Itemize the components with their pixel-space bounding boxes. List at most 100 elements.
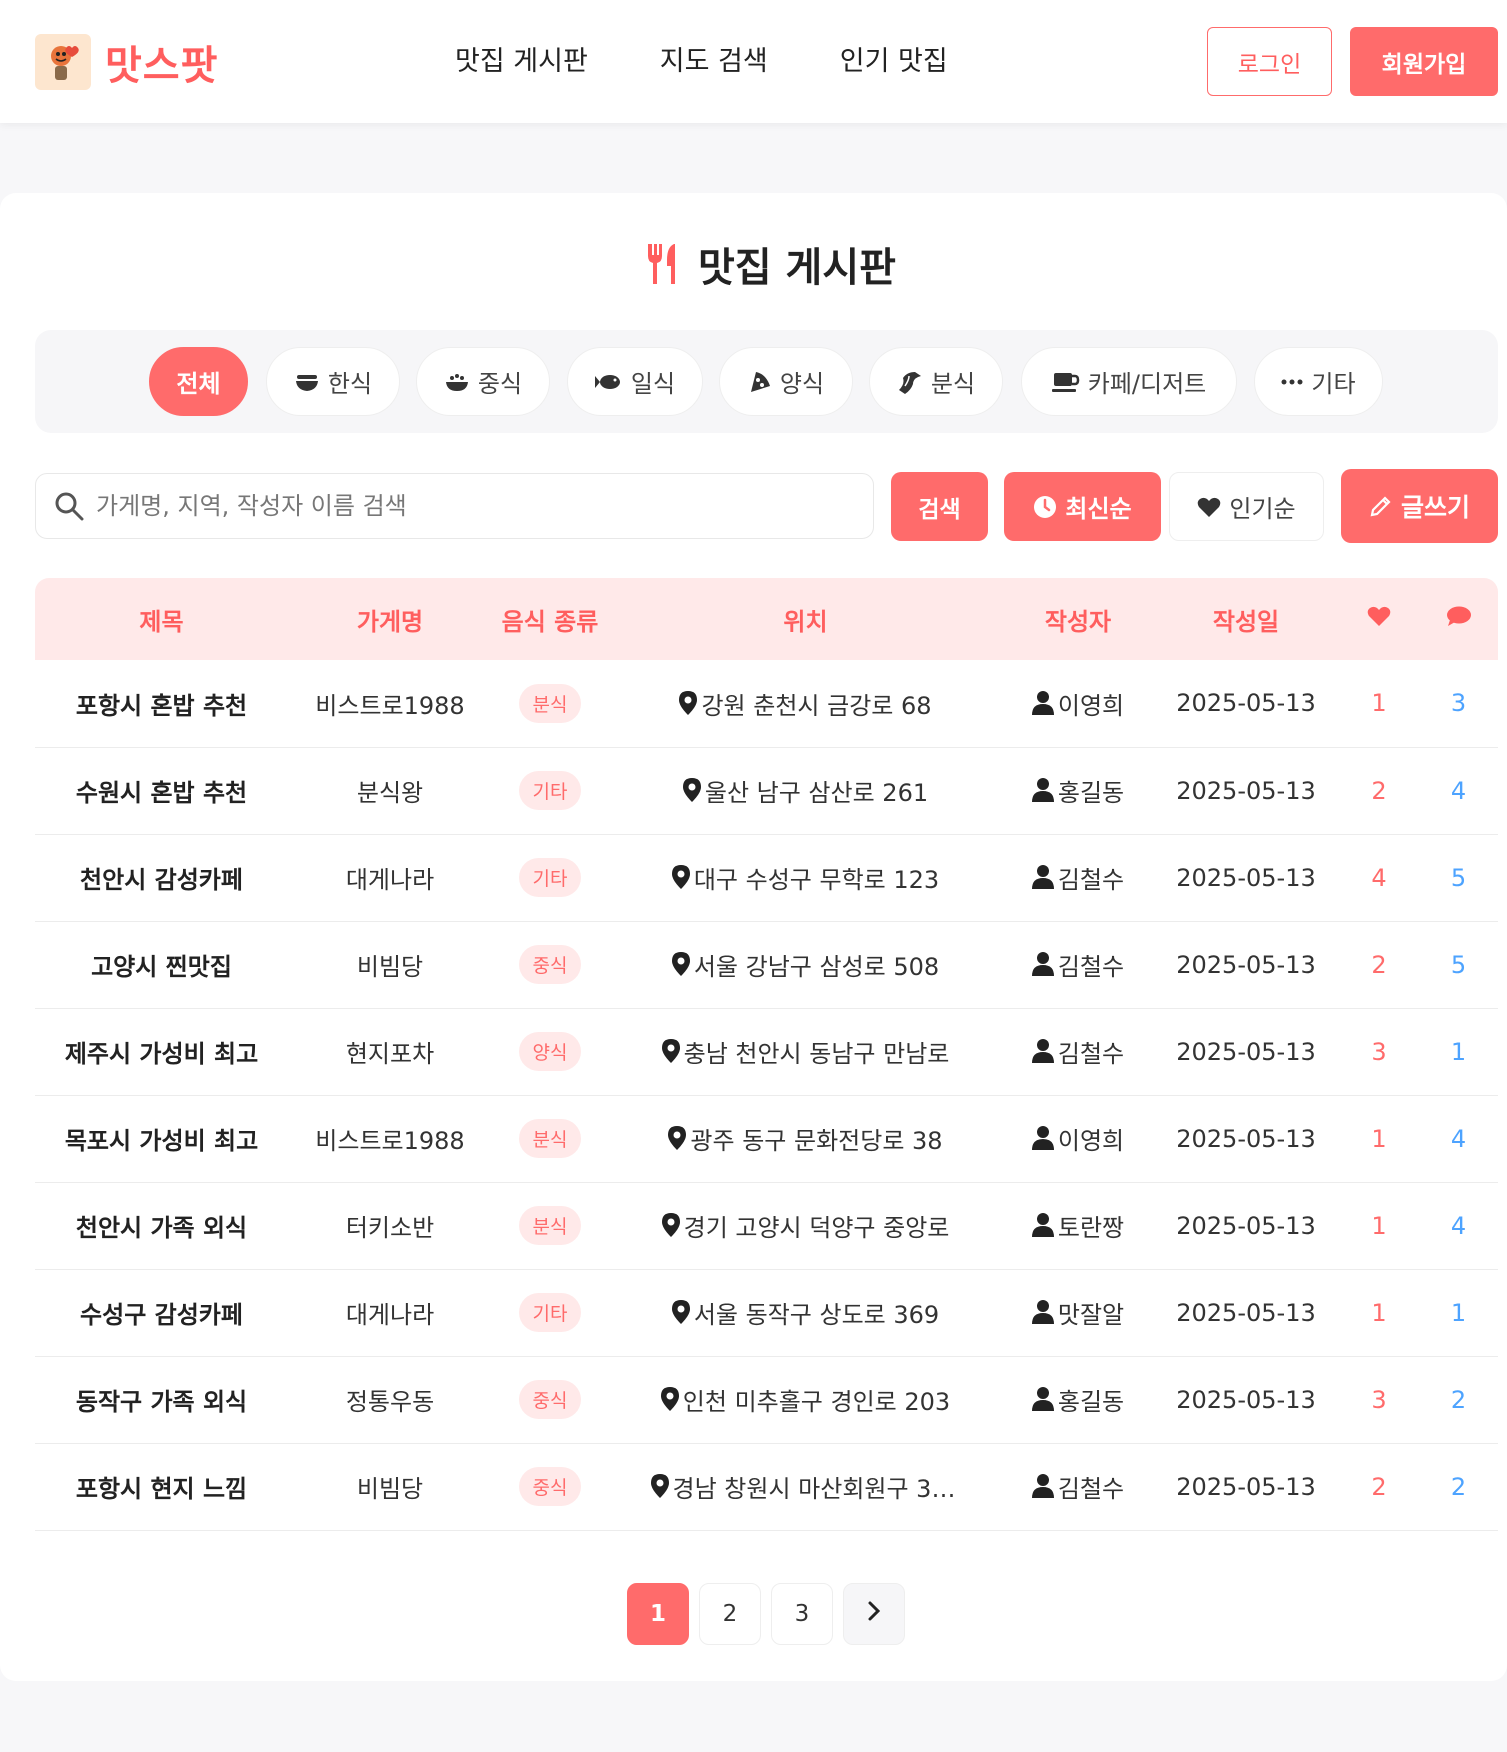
comment-count: 4 — [1450, 1211, 1467, 1240]
logo[interactable]: 맛스팟 — [35, 33, 218, 91]
post-title[interactable]: 고양시 찐맛집 — [35, 921, 288, 1008]
user-icon — [1031, 865, 1054, 890]
category-snack[interactable]: 분식 — [869, 347, 1003, 416]
post-title[interactable]: 포항시 현지 느낌 — [35, 1443, 288, 1530]
food-type-cell: 기타 — [492, 747, 608, 834]
next-page-button[interactable] — [843, 1583, 905, 1645]
map-pin-icon — [679, 691, 698, 715]
rice-bowl-icon — [444, 372, 470, 392]
category-korean[interactable]: 한식 — [266, 347, 400, 416]
category-japanese[interactable]: 일식 — [567, 347, 703, 416]
table-row[interactable]: 천안시 감성카페 대게나라 기타 대구 수성구 무학로 123 김철수 2025-05-1… — [35, 834, 1498, 921]
post-date: 2025-05-13 — [1176, 1037, 1316, 1066]
table-row[interactable]: 천안시 가족 외식 터키소반 분식 경기 고양시 덕양구 중앙로 토란짱 2025-05-… — [35, 1182, 1498, 1269]
map-pin-icon — [661, 1039, 680, 1064]
post-title[interactable]: 동작구 가족 외식 — [35, 1356, 288, 1443]
user-icon — [1031, 1039, 1054, 1064]
search-button[interactable]: 검색 — [891, 472, 988, 541]
header-store[interactable]: 가게명 — [288, 578, 492, 660]
category-all[interactable]: 전체 — [149, 347, 248, 416]
sort-latest-button[interactable]: 최신순 — [1004, 472, 1161, 541]
header-food-type[interactable]: 음식 종류 — [492, 578, 608, 660]
post-date: 2025-05-13 — [1176, 1211, 1316, 1240]
location-text: 강원 춘천시 금강로 68 — [701, 691, 932, 720]
author-cell: 토란짱 — [1003, 1182, 1153, 1269]
category-label: 분식 — [930, 370, 976, 398]
post-date: 2025-05-13 — [1176, 1385, 1316, 1414]
food-type-cell: 양식 — [492, 1008, 608, 1095]
table-row[interactable]: 수원시 혼밥 추천 분식왕 기타 울산 남구 삼산로 261 홍길동 2025-05-13… — [35, 747, 1498, 834]
food-type-cell: 분식 — [492, 1182, 608, 1269]
food-type-badge: 기타 — [518, 858, 582, 897]
header-likes[interactable] — [1339, 578, 1419, 660]
page-button-2[interactable]: 2 — [699, 1583, 761, 1645]
header-location[interactable]: 위치 — [608, 578, 1003, 660]
category-cafe-dessert[interactable]: 카페/디저트 — [1021, 347, 1237, 416]
header-author[interactable]: 작성자 — [1003, 578, 1153, 660]
store-name: 비빔당 — [356, 1475, 424, 1503]
post-title[interactable]: 목포시 가성비 최고 — [35, 1095, 288, 1182]
header-date[interactable]: 작성일 — [1153, 578, 1339, 660]
bacon-icon — [897, 370, 923, 394]
location-text: 충남 천안시 동남구 만남로 — [683, 1039, 950, 1068]
author-cell: 김철수 — [1003, 921, 1153, 1008]
post-title[interactable]: 천안시 감성카페 — [35, 834, 288, 921]
post-title[interactable]: 수성구 감성카페 — [35, 1269, 288, 1356]
clock-icon — [1033, 495, 1057, 519]
like-count: 2 — [1371, 776, 1387, 805]
post-title[interactable]: 수원시 혼밥 추천 — [35, 747, 288, 834]
sort-popular-label: 인기순 — [1229, 495, 1296, 523]
author-cell: 이영희 — [1003, 1095, 1153, 1182]
table-row[interactable]: 목포시 가성비 최고 비스트로1988 분식 광주 동구 문화전당로 38 이영희 202… — [35, 1095, 1498, 1182]
table-row[interactable]: 동작구 가족 외식 정통우동 중식 인천 미추홀구 경인로 203 홍길동 2025-05… — [35, 1356, 1498, 1443]
table-row[interactable]: 수성구 감성카페 대게나라 기타 서울 동작구 상도로 369 맛잘알 2025-05-1… — [35, 1269, 1498, 1356]
category-etc[interactable]: 기타 — [1254, 347, 1383, 416]
food-type-cell: 중식 — [492, 1443, 608, 1530]
comment-count: 1 — [1450, 1298, 1467, 1327]
map-pin-icon — [650, 1474, 669, 1499]
table-row[interactable]: 제주시 가성비 최고 현지포차 양식 충남 천안시 동남구 만남로 김철수 2025-05… — [35, 1008, 1498, 1095]
category-label: 일식 — [630, 370, 676, 398]
post-table: 제목 가게명 음식 종류 위치 작성자 작성일 포항시 혼밥 추천비스트로198… — [35, 578, 1498, 1531]
location-cell: 인천 미추홀구 경인로 203 — [608, 1356, 1003, 1443]
like-count: 1 — [1371, 1124, 1387, 1153]
write-post-button[interactable]: 글쓰기 — [1341, 469, 1498, 543]
category-chinese[interactable]: 중식 — [416, 347, 550, 416]
user-icon — [1031, 778, 1054, 803]
store-name: 비빔당 — [356, 953, 424, 981]
map-pin-icon — [671, 1300, 690, 1325]
food-type-badge: 분식 — [518, 1119, 582, 1158]
page-button-3[interactable]: 3 — [771, 1583, 833, 1645]
table-row[interactable]: 고양시 찐맛집 비빔당 중식 서울 강남구 삼성로 508 김철수 2025-05-13 2… — [35, 921, 1498, 1008]
nav-map-search[interactable]: 지도 검색 — [660, 40, 768, 84]
location-cell: 광주 동구 문화전당로 38 — [608, 1095, 1003, 1182]
category-western[interactable]: 양식 — [719, 347, 853, 416]
user-icon — [1031, 1213, 1054, 1238]
post-title[interactable]: 제주시 가성비 최고 — [35, 1008, 288, 1095]
food-type-cell: 분식 — [492, 1095, 608, 1182]
board-card: 맛집 게시판 전체 한식 중식 일식 양식 분식 카페/디저트 기타 가게명, … — [0, 193, 1507, 1681]
sort-popular-button[interactable]: 인기순 — [1169, 472, 1324, 541]
store-name: 비스트로1988 — [315, 1127, 465, 1155]
location-text: 인천 미추홀구 경인로 203 — [682, 1387, 951, 1416]
nav-popular[interactable]: 인기 맛집 — [840, 40, 948, 84]
category-label: 기타 — [1311, 370, 1356, 398]
author-name: 김철수 — [1057, 952, 1125, 981]
table-row[interactable]: 포항시 혼밥 추천 비스트로1988 분식 강원 춘천시 금강로 68 이영희 2025-… — [35, 660, 1498, 747]
comment-count: 2 — [1450, 1385, 1467, 1414]
food-type-cell: 분식 — [492, 660, 608, 747]
post-title[interactable]: 천안시 가족 외식 — [35, 1182, 288, 1269]
header-comments[interactable] — [1419, 578, 1498, 660]
table-row[interactable]: 포항시 현지 느낌 비빔당 중식 경남 창원시 마산회원구 3·15대로 김철수 2025… — [35, 1443, 1498, 1530]
nav-board[interactable]: 맛집 게시판 — [455, 40, 588, 84]
search-input[interactable] — [96, 492, 836, 520]
header-title[interactable]: 제목 — [35, 578, 288, 660]
signup-button[interactable]: 회원가입 — [1350, 27, 1498, 96]
post-title[interactable]: 포항시 혼밥 추천 — [35, 660, 288, 747]
location-text: 서울 동작구 상도로 369 — [693, 1300, 940, 1329]
login-button[interactable]: 로그인 — [1207, 27, 1332, 96]
page-button-1[interactable]: 1 — [627, 1583, 689, 1645]
chevron-right-icon — [866, 1599, 882, 1629]
store-name: 대게나라 — [345, 866, 435, 894]
write-post-label: 글쓰기 — [1400, 493, 1470, 522]
